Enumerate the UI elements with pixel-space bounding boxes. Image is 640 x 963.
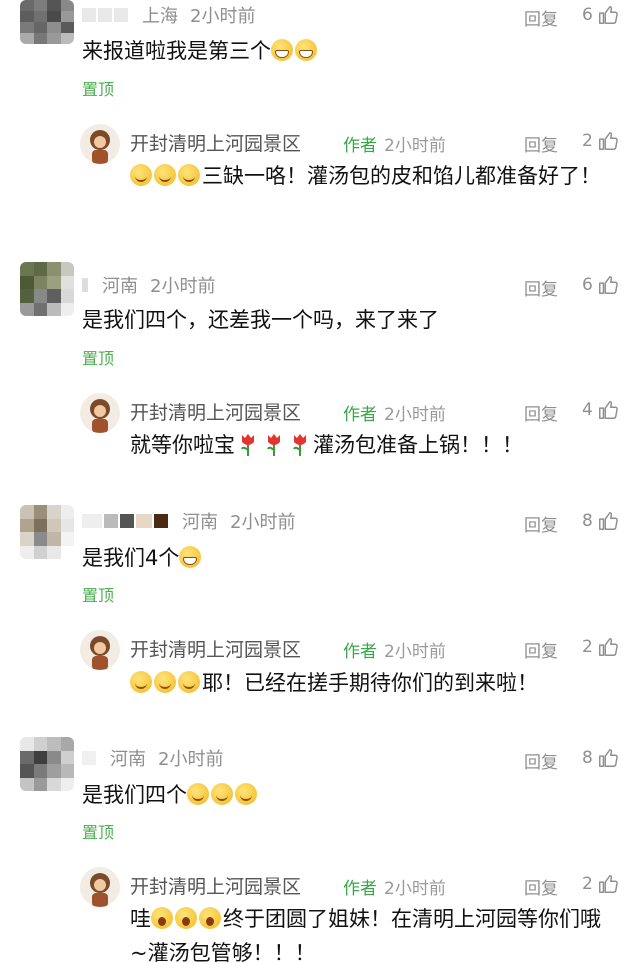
smile-face-icon [187, 783, 209, 805]
author-name[interactable]: 开封清明上河园景区 [130, 398, 301, 425]
comment-meta: 上海 2小时前 [82, 0, 255, 30]
smile-face-icon [154, 671, 176, 693]
grin-face-icon [271, 39, 293, 61]
location: 河南 [182, 512, 218, 533]
comment-meta: 河南 2小时前 [82, 743, 223, 773]
tulip-icon [267, 434, 280, 456]
blurred-username [82, 751, 96, 765]
reply-button[interactable]: 回复 [524, 400, 558, 425]
location: 河南 [102, 276, 138, 297]
thumbs-up-icon[interactable] [597, 510, 619, 532]
blurred-username [82, 8, 128, 22]
pin-button[interactable]: 置顶 [82, 76, 114, 100]
thumbs-up-icon[interactable] [597, 399, 619, 421]
author-badge: 作者 [343, 136, 377, 156]
location: 河南 [110, 749, 146, 770]
timestamp: 2小时前 [158, 749, 224, 770]
grin-face-icon [295, 39, 317, 61]
avatar[interactable] [20, 262, 74, 316]
reply-text: 耶！已经在搓手期待你们的到来啦！ [130, 666, 610, 700]
author-avatar[interactable] [80, 393, 120, 433]
comment-text: 来报道啦我是第三个 [82, 36, 319, 66]
wow-face-icon [151, 907, 173, 929]
comment-text: 是我们四个，还差我一个吗，来了来了 [82, 308, 439, 332]
reply-button[interactable]: 回复 [524, 748, 558, 773]
timestamp: 2小时前 [384, 405, 446, 425]
like-count: 4 [582, 400, 593, 420]
author-name[interactable]: 开封清明上河园景区 [130, 872, 301, 899]
like-count: 6 [582, 275, 593, 295]
like-count: 2 [582, 637, 593, 657]
author-badge: 作者 [343, 642, 377, 662]
wink-face-icon [178, 164, 200, 186]
avatar[interactable] [20, 505, 74, 559]
comment-meta: 河南 2小时前 [82, 506, 295, 536]
wink-face-icon [130, 164, 152, 186]
reply-button[interactable]: 回复 [524, 511, 558, 536]
thumbs-up-icon[interactable] [597, 4, 619, 26]
author-avatar[interactable] [80, 630, 120, 670]
comment-text: 是我们四个 [82, 780, 259, 810]
timestamp: 2小时前 [384, 136, 446, 156]
smile-face-icon [178, 671, 200, 693]
thumbs-up-icon[interactable] [597, 747, 619, 769]
thumbs-up-icon[interactable] [597, 636, 619, 658]
reply-button[interactable]: 回复 [524, 5, 558, 30]
thumbs-up-icon[interactable] [597, 873, 619, 895]
like-count: 2 [582, 874, 593, 894]
blurred-username [82, 278, 88, 292]
pin-button[interactable]: 置顶 [82, 345, 114, 369]
reply-button[interactable]: 回复 [524, 131, 558, 156]
like-count: 6 [582, 5, 593, 25]
avatar[interactable] [20, 737, 74, 791]
author-name[interactable]: 开封清明上河园景区 [130, 129, 301, 156]
tulip-icon [241, 434, 254, 456]
author-badge: 作者 [343, 405, 377, 425]
reply-text: 哇终于团圆了姐妹！在清明上河园等你们哦~灌汤包管够！！！ [130, 907, 601, 963]
tulip-icon [293, 434, 306, 456]
timestamp: 2小时前 [190, 6, 256, 27]
timestamp: 2小时前 [384, 879, 446, 899]
wink-face-icon [154, 164, 176, 186]
blurred-username [82, 514, 168, 528]
wow-face-icon [175, 907, 197, 929]
reply-text: 三缺一咯！灌汤包的皮和馅儿都准备好了！ [130, 159, 610, 193]
reply-button[interactable]: 回复 [524, 637, 558, 662]
author-badge: 作者 [343, 879, 377, 899]
pin-button[interactable]: 置顶 [82, 819, 114, 843]
location: 上海 [142, 6, 178, 27]
reply-button[interactable]: 回复 [524, 275, 558, 300]
wow-face-icon [199, 907, 221, 929]
reply-text: 就等你啦宝 灌汤包准备上锅！！！ [130, 433, 523, 457]
thumbs-up-icon[interactable] [597, 130, 619, 152]
author-avatar[interactable] [80, 867, 120, 907]
author-avatar[interactable] [80, 124, 120, 164]
smile-face-icon [235, 783, 257, 805]
like-count: 2 [582, 131, 593, 151]
timestamp: 2小时前 [384, 642, 446, 662]
smile-face-icon [130, 671, 152, 693]
like-count: 8 [582, 748, 593, 768]
comment-text: 是我们4个 [82, 543, 203, 573]
thumbs-up-icon[interactable] [597, 274, 619, 296]
reply-button[interactable]: 回复 [524, 874, 558, 899]
comment-meta: 河南 2小时前 [82, 270, 215, 300]
author-name[interactable]: 开封清明上河园景区 [130, 635, 301, 662]
pin-button[interactable]: 置顶 [82, 582, 114, 606]
timestamp: 2小时前 [150, 276, 216, 297]
smile-face-icon [211, 783, 233, 805]
avatar[interactable] [20, 0, 74, 44]
like-count: 8 [582, 511, 593, 531]
grin-face-icon [179, 546, 202, 568]
timestamp: 2小时前 [230, 512, 296, 533]
